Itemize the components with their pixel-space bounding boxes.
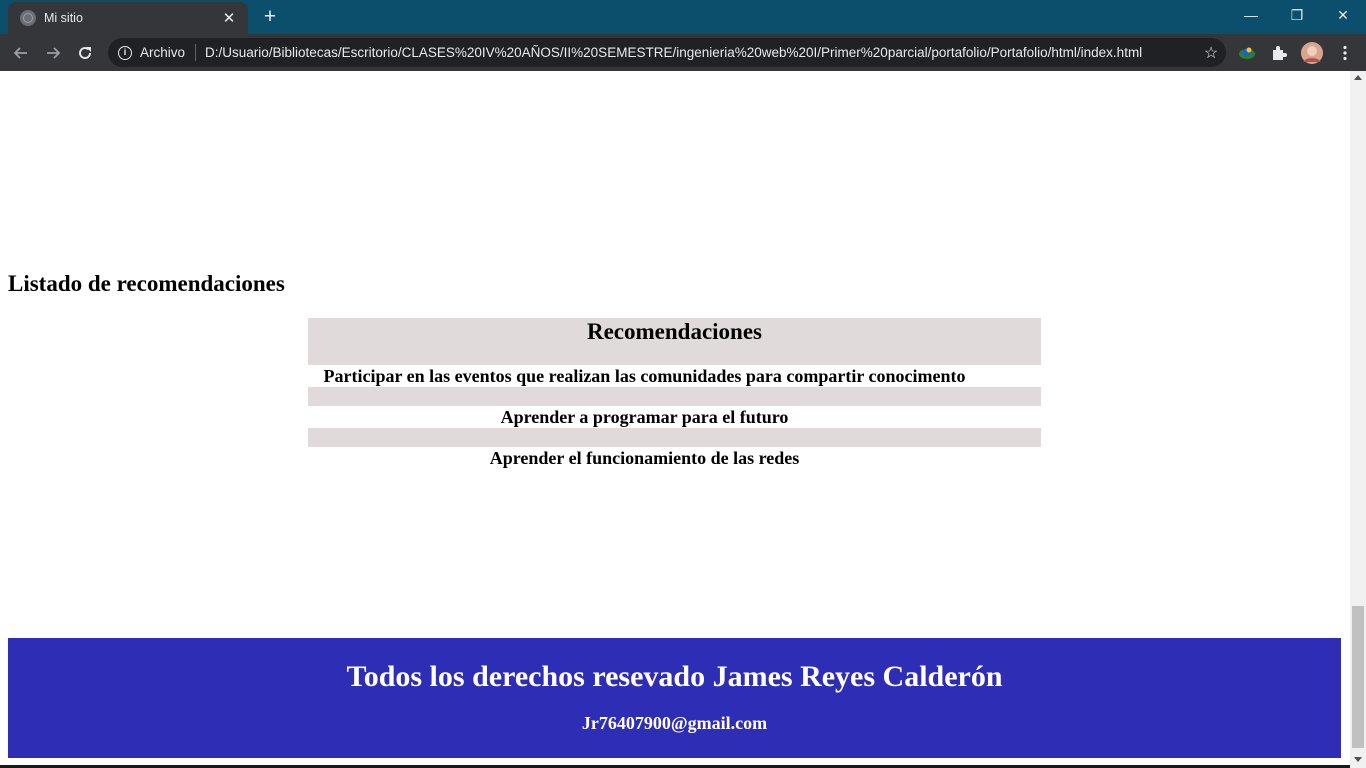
- table-row-band: [308, 428, 1041, 447]
- page-viewport: Listado de recomendaciones Recomendacion…: [0, 71, 1350, 768]
- vertical-scrollbar[interactable]: [1350, 71, 1366, 768]
- footer-email: Jr76407900@gmail.com: [581, 713, 768, 733]
- table-row: Participar en las eventos que realizan l…: [308, 365, 1041, 387]
- table-header-row: Recomendaciones: [308, 318, 1041, 365]
- back-arrow-icon: [13, 47, 27, 59]
- scrollbar-thumb[interactable]: [1352, 606, 1364, 748]
- close-window-button[interactable]: ✕: [1320, 0, 1366, 30]
- back-button[interactable]: [8, 40, 34, 66]
- address-bar[interactable]: i Archivo D:/Usuario/Bibliotecas/Escrito…: [108, 38, 1226, 67]
- table-row-band: [308, 387, 1041, 406]
- footer-copyright: Todos los derechos resevado James Reyes …: [346, 660, 1003, 693]
- new-tab-button[interactable]: +: [258, 6, 282, 28]
- minimize-button[interactable]: —: [1228, 0, 1274, 30]
- tab-title: Mi sitio: [44, 11, 83, 25]
- bookmark-star-icon[interactable]: ☆: [1196, 43, 1226, 63]
- recommendation-item: Participar en las eventos que realizan l…: [308, 365, 1041, 387]
- table-header: Recomendaciones: [308, 318, 1041, 365]
- extension-icon[interactable]: [1236, 42, 1258, 64]
- page-footer: Todos los derechos resevado James Reyes …: [8, 638, 1341, 758]
- info-icon[interactable]: i: [118, 45, 132, 60]
- close-tab-icon[interactable]: ✕: [220, 9, 238, 27]
- menu-dots-icon[interactable]: [1334, 42, 1356, 64]
- scroll-down-arrow-icon[interactable]: [1354, 757, 1362, 762]
- browser-toolbar: i Archivo D:/Usuario/Bibliotecas/Escrito…: [0, 34, 1366, 71]
- browser-tab[interactable]: Mi sitio ✕: [8, 2, 248, 34]
- url-text[interactable]: D:/Usuario/Bibliotecas/Escritorio/CLASES…: [205, 45, 1196, 60]
- forward-button[interactable]: [40, 40, 66, 66]
- puzzle-icon[interactable]: [1268, 42, 1290, 64]
- table-row: Aprender el funcionamiento de las redes: [308, 447, 1041, 469]
- section-title: Listado de recomendaciones: [8, 271, 285, 296]
- browser-tab-strip: Mi sitio ✕ + — ❐ ✕: [0, 0, 1366, 34]
- file-scheme-label: Archivo: [140, 45, 186, 60]
- profile-avatar[interactable]: [1301, 42, 1323, 64]
- table-row: Aprender a programar para el futuro: [308, 406, 1041, 428]
- scroll-up-arrow-icon[interactable]: [1354, 75, 1362, 80]
- reload-button[interactable]: [72, 40, 98, 66]
- forward-arrow-icon: [47, 47, 61, 59]
- recommendation-item: Aprender el funcionamiento de las redes: [308, 447, 1041, 469]
- recommendations-table: Recomendaciones Participar en las evento…: [308, 318, 1041, 469]
- address-separator: [195, 44, 197, 61]
- reload-icon: [79, 47, 91, 59]
- globe-icon: [20, 10, 36, 26]
- restore-button[interactable]: ❐: [1274, 0, 1320, 30]
- recommendation-item: Aprender a programar para el futuro: [308, 406, 1041, 428]
